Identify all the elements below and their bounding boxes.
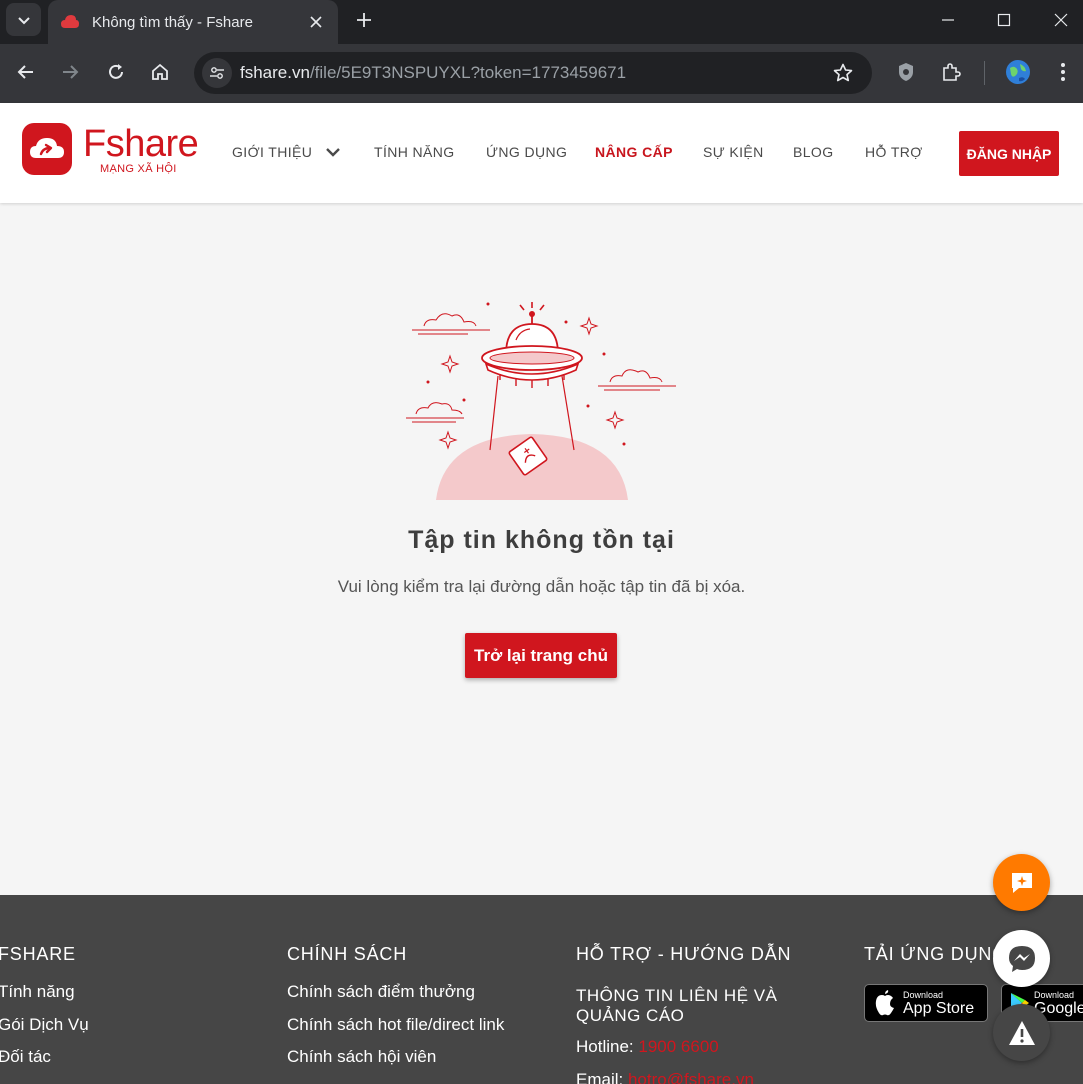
shield-extension-button[interactable] (893, 59, 919, 85)
footer-link-tinh-nang[interactable]: Tính năng (0, 982, 75, 1002)
close-window-button[interactable] (1046, 7, 1076, 33)
nav-ung-dung[interactable]: ỨNG DỤNG (486, 144, 567, 160)
nav-tinh-nang[interactable]: TÍNH NĂNG (374, 144, 455, 160)
back-arrow-icon (17, 65, 33, 79)
url-host: fshare.vn (240, 63, 310, 82)
fshare-favicon-icon (61, 15, 79, 28)
footer-link-hot-file[interactable]: Chính sách hot file/direct link (287, 1015, 504, 1035)
site-header: Fshare MẠNG XÃ HỘI GIỚI THIỆU TÍNH NĂNG … (0, 103, 1083, 203)
chevron-down-icon (17, 16, 30, 24)
minimize-button[interactable] (933, 7, 963, 33)
nav-nang-cap[interactable]: NÂNG CẤP (595, 144, 673, 160)
hotline-label: Hotline: (576, 1037, 634, 1056)
url-text: fshare.vn/file/5E9T3NSPUYXL?token=177345… (240, 63, 828, 83)
google-play-top-text: Download (1034, 989, 1075, 1000)
chat-sparkle-icon (1011, 872, 1032, 893)
browser-menu-button[interactable] (1050, 59, 1076, 85)
footer-email: Email: hotro@fshare.vn (576, 1070, 754, 1084)
back-button[interactable] (13, 59, 39, 85)
page-title: Tập tin không tồn tại (408, 526, 675, 554)
messenger-button[interactable] (993, 930, 1050, 987)
hotline-value[interactable]: 1900 6600 (638, 1037, 718, 1056)
ufo-not-found-illustration (406, 302, 676, 500)
maximize-button[interactable] (989, 7, 1019, 33)
footer-link-diem-thuong[interactable]: Chính sách điểm thưởng (287, 982, 475, 1002)
shield-icon (899, 63, 913, 81)
footer-contact-heading: THÔNG TIN LIÊN HỆ VÀ QUẢNG CÁO (576, 986, 778, 1025)
nav-ho-tro[interactable]: HỖ TRỢ (865, 144, 923, 160)
plus-icon (357, 13, 371, 27)
logo-wordmark: Fshare (83, 123, 199, 165)
home-icon (152, 63, 168, 80)
nav-gioi-thieu[interactable]: GIỚI THIỆU (232, 144, 341, 160)
footer-hotline: Hotline: 1900 6600 (576, 1037, 719, 1057)
footer-heading-tai-ung-dung: TẢI ỨNG DỤNG (864, 944, 1007, 964)
new-tab-button[interactable] (352, 8, 376, 32)
minimize-icon (942, 19, 954, 21)
address-bar[interactable]: fshare.vn/file/5E9T3NSPUYXL?token=177345… (194, 52, 872, 94)
fshare-cloud-logo-icon (22, 123, 72, 175)
tab-title: Không tìm thấy - Fshare (92, 13, 253, 31)
logo-tagline: MẠNG XÃ HỘI (100, 163, 177, 175)
browser-tab[interactable]: Không tìm thấy - Fshare (48, 0, 338, 44)
bookmark-star-icon[interactable] (828, 58, 858, 88)
warning-icon (1008, 1020, 1035, 1045)
footer-link-hoi-vien[interactable]: Chính sách hội viên (287, 1047, 436, 1067)
reload-icon (109, 64, 123, 79)
forward-button[interactable] (57, 59, 83, 85)
nav-blog[interactable]: BLOG (793, 144, 834, 160)
toolbar-separator (984, 61, 985, 85)
footer-heading-chinh-sach: CHÍNH SÁCH (287, 944, 408, 964)
profile-avatar[interactable] (1005, 59, 1031, 85)
browser-toolbar: fshare.vn/file/5E9T3NSPUYXL?token=177345… (0, 44, 1083, 103)
app-store-top-text: Download (903, 989, 944, 1000)
puzzle-icon (943, 63, 961, 81)
browser-tab-bar: Không tìm thấy - Fshare (0, 0, 1083, 44)
fshare-logo[interactable]: Fshare MẠNG XÃ HỘI (22, 113, 202, 175)
page-description: Vui lòng kiểm tra lại đường dẫn hoặc tập… (337, 577, 746, 596)
maximize-icon (997, 13, 1011, 27)
url-path: /file/5E9T3NSPUYXL?token=1773459671 (309, 63, 627, 82)
nav-label: GIỚI THIỆU (232, 144, 313, 160)
back-to-home-button[interactable]: Trở lại trang chủ (465, 633, 617, 678)
warning-report-button[interactable] (993, 1004, 1050, 1061)
forward-arrow-icon (63, 65, 79, 79)
messenger-icon (1008, 945, 1035, 972)
app-store-badge[interactable]: Download App Store (864, 984, 988, 1022)
footer-link-doi-tac[interactable]: Đối tác (0, 1047, 51, 1067)
tab-close-icon[interactable] (306, 12, 326, 32)
extensions-button[interactable] (938, 59, 964, 85)
home-browser-button[interactable] (147, 59, 173, 85)
close-icon (1054, 13, 1068, 27)
globe-avatar-icon (1006, 60, 1030, 84)
footer-heading-ho-tro: HỖ TRỢ - HƯỚNG DẪN (576, 944, 792, 964)
footer-link-goi-dich-vu[interactable]: Gói Dịch Vụ (0, 1015, 89, 1035)
email-value[interactable]: hotro@fshare.vn (628, 1070, 754, 1084)
more-vertical-icon (1061, 63, 1065, 81)
nav-su-kien[interactable]: SỰ KIỆN (703, 144, 764, 160)
tab-search-button[interactable] (6, 3, 41, 36)
login-button[interactable]: ĐĂNG NHẬP (959, 131, 1059, 176)
app-store-name: App Store (903, 999, 975, 1017)
site-footer: FSHARE Tính năng Gói Dịch Vụ Đối tác CHÍ… (0, 895, 1083, 1084)
email-label: Email: (576, 1070, 624, 1084)
apple-icon (875, 990, 894, 1016)
reload-button[interactable] (103, 59, 129, 85)
chat-support-button[interactable] (993, 854, 1050, 911)
footer-heading-fshare: FSHARE (0, 944, 76, 964)
chevron-down-icon (325, 148, 340, 157)
site-settings-icon[interactable] (202, 58, 232, 88)
